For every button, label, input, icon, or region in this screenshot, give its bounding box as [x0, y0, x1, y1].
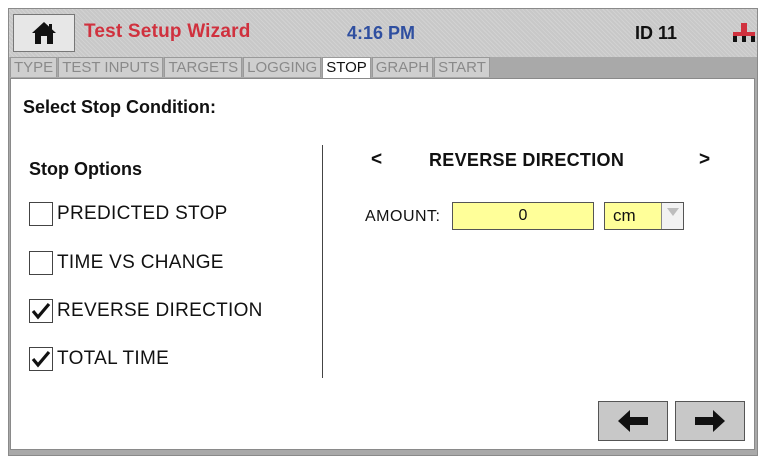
condition-title: REVERSE DIRECTION	[429, 150, 625, 170]
next-condition-button[interactable]: >	[699, 149, 710, 171]
option-predicted-stop[interactable]: PREDICTED STOP	[29, 202, 228, 226]
unit-value: cm	[613, 206, 636, 225]
option-reverse-direction[interactable]: REVERSE DIRECTION	[29, 299, 263, 323]
option-label: PREDICTED STOP	[57, 203, 228, 224]
device-id: ID 11	[635, 23, 678, 43]
wizard-title: Test Setup Wizard	[84, 21, 251, 42]
option-time-vs-change[interactable]: TIME VS CHANGE	[29, 251, 224, 275]
stop-panel: Select Stop Condition: Stop Options PRED…	[10, 78, 755, 450]
wizard-tabs: TYPE TEST INPUTS TARGETS LOGGING STOP GR…	[10, 57, 491, 79]
header-bar: Test Setup Wizard 4:16 PM ID 11	[9, 9, 757, 57]
checkmark-icon	[31, 302, 51, 320]
next-button[interactable]	[675, 401, 745, 441]
tab-logging[interactable]: LOGGING	[243, 57, 322, 77]
column-divider	[322, 145, 323, 378]
reverse-direction-checkbox[interactable]	[29, 299, 53, 323]
checkmark-icon	[31, 350, 51, 368]
dropdown-arrow[interactable]	[661, 203, 683, 229]
panel-heading: Select Stop Condition:	[23, 97, 216, 117]
network-icon	[733, 23, 755, 42]
predicted-stop-checkbox[interactable]	[29, 202, 53, 226]
amount-input[interactable]: 0	[452, 202, 594, 230]
home-icon	[32, 22, 56, 44]
back-button[interactable]	[598, 401, 668, 441]
option-label: TIME VS CHANGE	[57, 252, 224, 273]
option-total-time[interactable]: TOTAL TIME	[29, 347, 169, 371]
prev-condition-button[interactable]: <	[371, 149, 382, 171]
option-label: TOTAL TIME	[57, 348, 170, 369]
stop-options-title: Stop Options	[29, 159, 142, 179]
total-time-checkbox[interactable]	[29, 347, 53, 371]
tab-type[interactable]: TYPE	[10, 57, 58, 77]
chevron-down-icon	[666, 208, 679, 216]
tab-graph[interactable]: GRAPH	[371, 57, 434, 77]
tab-targets[interactable]: TARGETS	[164, 57, 243, 77]
tab-start[interactable]: START	[434, 57, 490, 77]
tab-test-inputs[interactable]: TEST INPUTS	[58, 57, 164, 77]
time-vs-change-checkbox[interactable]	[29, 251, 53, 275]
amount-label: AMOUNT:	[365, 208, 441, 225]
arrow-right-icon	[695, 410, 725, 432]
tab-stop[interactable]: STOP	[322, 57, 371, 79]
option-label: REVERSE DIRECTION	[57, 300, 263, 321]
unit-dropdown[interactable]: cm	[604, 202, 684, 230]
arrow-left-icon	[618, 410, 648, 432]
home-button[interactable]	[13, 14, 75, 52]
clock-time: 4:16 PM	[347, 23, 416, 43]
